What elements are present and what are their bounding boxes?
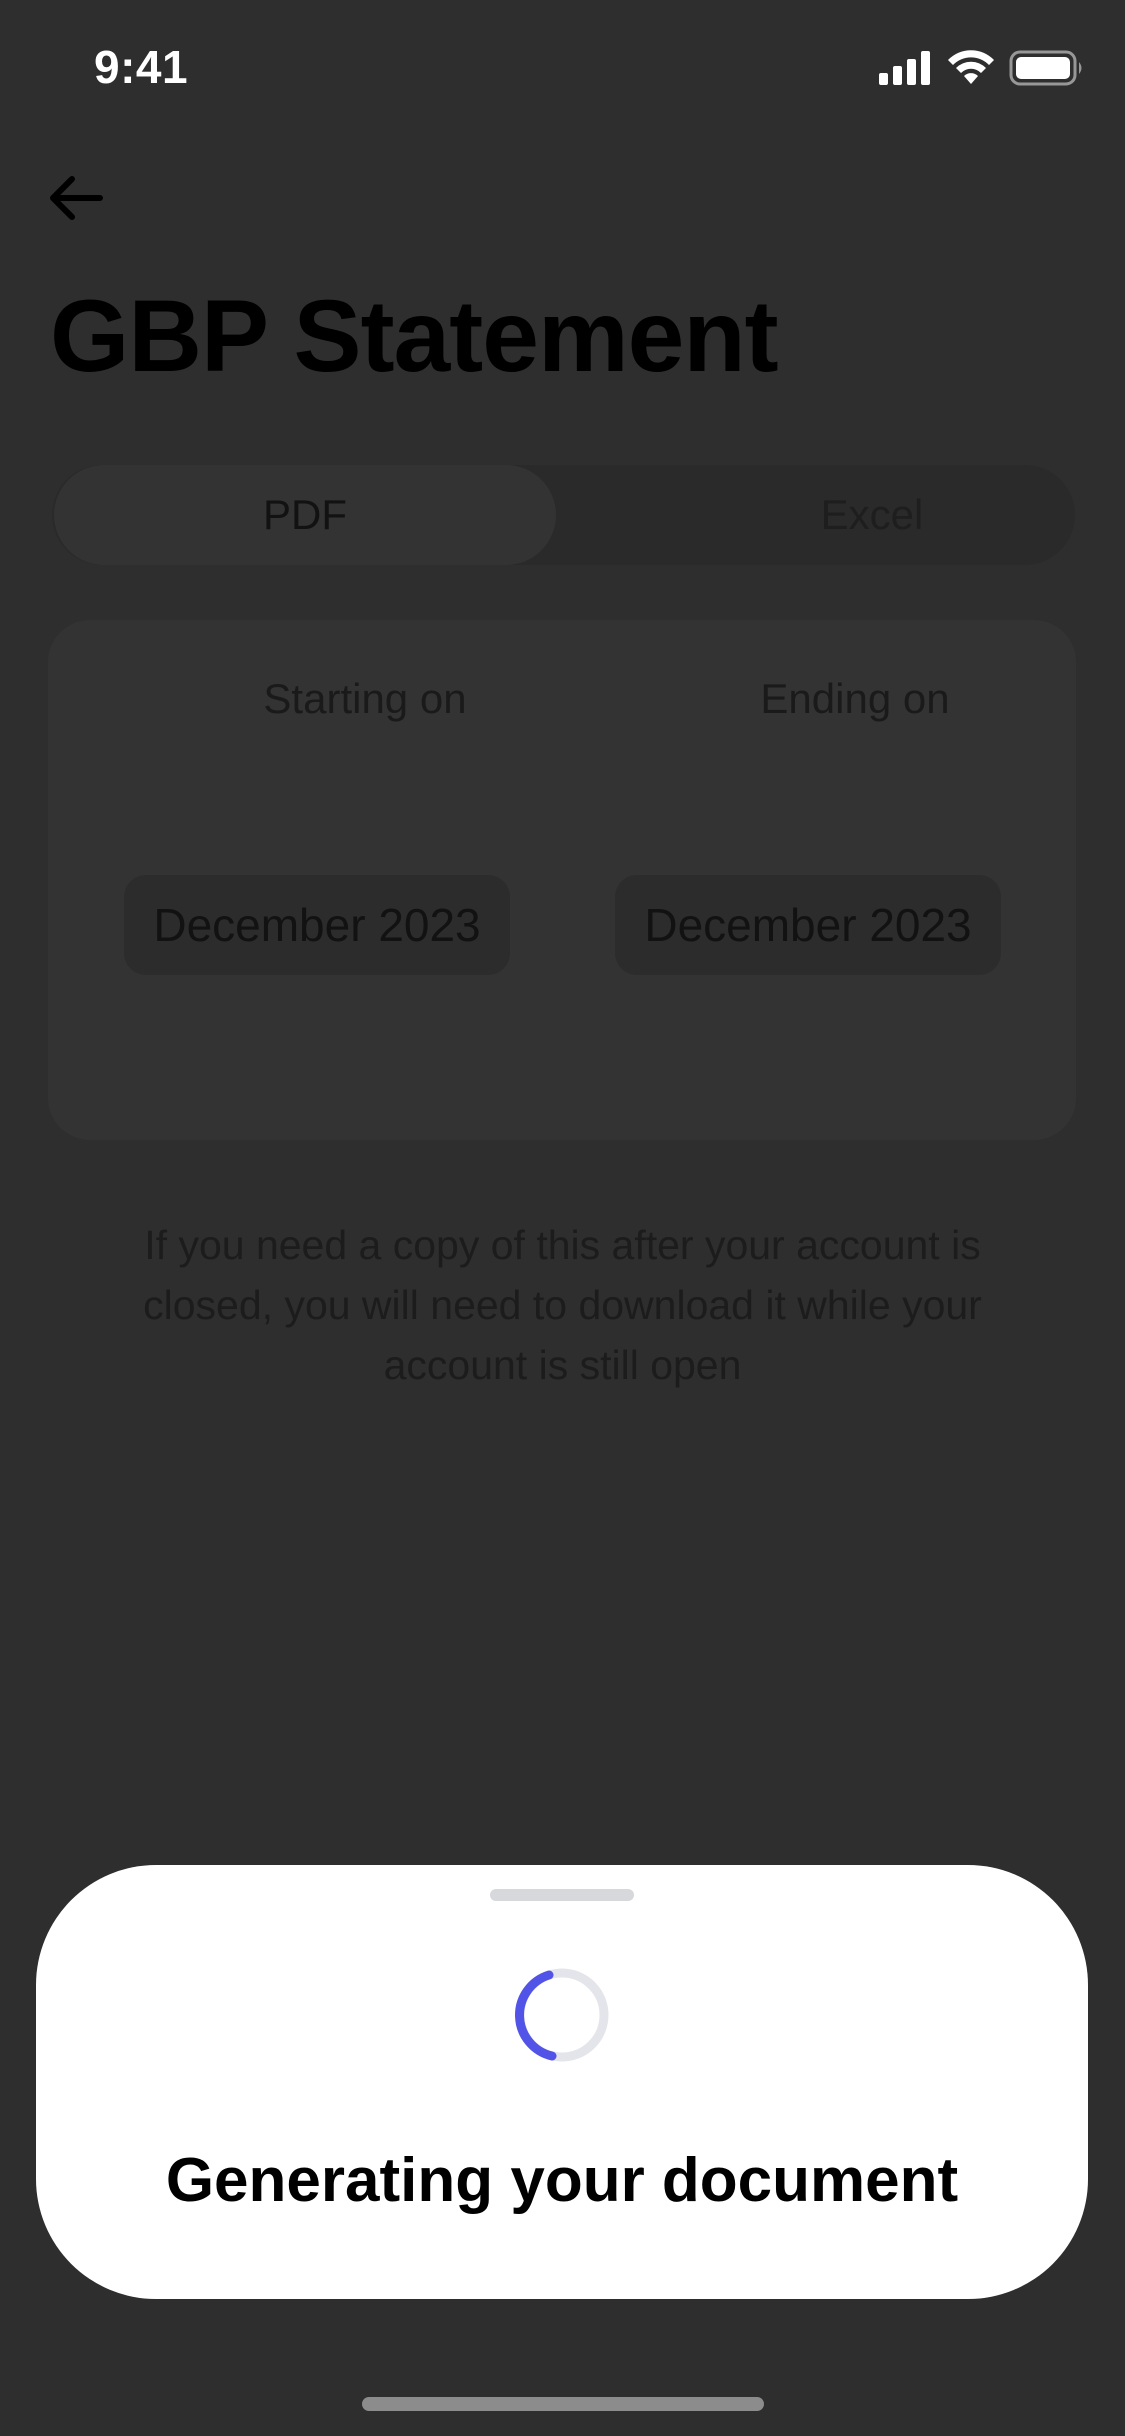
home-indicator [362,2397,764,2411]
format-tab-excel[interactable]: Excel [612,465,1125,565]
sheet-title: Generating your document [165,2146,959,2215]
back-arrow-icon [50,176,103,220]
battery-icon [1009,50,1082,86]
sheet-drag-handle[interactable] [490,1889,634,1901]
wifi-icon [948,50,994,84]
status-icons [879,50,1085,86]
back-button[interactable] [44,165,110,231]
cellular-signal-icon [879,51,930,85]
start-date-picker[interactable]: December 2023 [124,875,510,975]
status-bar: 9:41 [0,0,1125,140]
end-date-picker[interactable]: December 2023 [615,875,1001,975]
loading-spinner-icon [515,1968,609,2062]
status-time: 9:41 [94,41,189,93]
bottom-sheet: Generating your document [36,1865,1088,2299]
format-tab-pdf[interactable]: PDF [54,465,556,565]
format-toggle: PDF Excel [52,465,1075,565]
info-text: If you need a copy of this after your ac… [143,1222,982,1388]
end-date-label: Ending on [760,675,950,722]
date-range-card: Starting on Ending on December 2023 Dece… [48,620,1076,1140]
page-title: GBP Statement [50,279,779,393]
start-date-label: Starting on [263,675,467,722]
